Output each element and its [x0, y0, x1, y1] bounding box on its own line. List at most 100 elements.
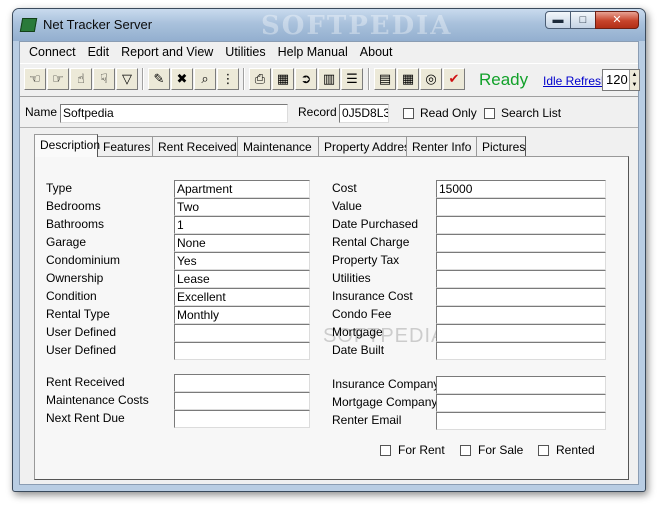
spin-arrows-icon[interactable]: ▲ ▼ [629, 70, 639, 90]
rent-received-field[interactable] [174, 374, 310, 392]
table-icon[interactable]: ▦ [272, 68, 294, 90]
menu-bar: Connect Edit Report and View Utilities H… [20, 42, 638, 63]
renter-email-field[interactable] [436, 412, 606, 430]
calendar-icon[interactable]: ▦ [397, 68, 419, 90]
rental-charge-field[interactable] [436, 234, 606, 252]
mortgage-field[interactable] [436, 324, 606, 342]
menu-help-manual[interactable]: Help Manual [272, 42, 354, 63]
record-field[interactable]: 0J5D8L3 [339, 104, 389, 123]
maximize-button[interactable]: □ [570, 11, 596, 29]
down-hand-icon[interactable]: ☟ [93, 68, 115, 90]
read-only-label: Read Only [420, 106, 477, 120]
date-built-field[interactable] [436, 342, 606, 360]
tab-property-address[interactable]: Property Address [318, 136, 416, 156]
condominium-field[interactable]: Yes [174, 252, 310, 270]
rented-checkbox[interactable] [538, 445, 549, 456]
value-field[interactable] [436, 198, 606, 216]
up-hand-icon[interactable]: ☝ [70, 68, 92, 90]
for-sale-checkbox[interactable] [460, 445, 471, 456]
window-title: Net Tracker Server [43, 17, 153, 32]
tab-pictures[interactable]: Pictures [476, 136, 526, 156]
search-list-checkbox[interactable] [484, 108, 495, 119]
condo-fee-field[interactable] [436, 306, 606, 324]
type-field[interactable]: Apartment [174, 180, 310, 198]
insurance-company-label: Insurance Company [332, 377, 440, 391]
watermark: SOFTPEDIA [261, 11, 453, 41]
bedrooms-field[interactable]: Two [174, 198, 310, 216]
insurance-cost-field[interactable] [436, 288, 606, 306]
utilities-label: Utilities [332, 271, 371, 285]
type-label: Type [46, 181, 73, 195]
date-purchased-field[interactable] [436, 216, 606, 234]
insurance-company-field[interactable] [436, 376, 606, 394]
tab-features[interactable]: Features [97, 136, 153, 156]
condo-fee-label: Condo Fee [332, 307, 392, 321]
menu-edit[interactable]: Edit [82, 42, 116, 63]
menu-connect[interactable]: Connect [23, 42, 82, 63]
close-button[interactable]: ✕ [595, 11, 639, 29]
bar-chart-icon[interactable]: ▥ [318, 68, 340, 90]
cost-field[interactable]: 15000 [436, 180, 606, 198]
description-panel: SOFTPEDIA Type Apartment Cost 15000 Bedrooms… [34, 156, 629, 480]
doc-arrow-icon[interactable]: ➲ [295, 68, 317, 90]
menu-report-and-view[interactable]: Report and View [115, 42, 219, 63]
title-bar[interactable]: Net Tracker Server SOFTPEDIA ▬ □ ✕ [13, 9, 645, 41]
doc-search-icon[interactable]: ⌕ [194, 68, 216, 90]
app-window: Net Tracker Server SOFTPEDIA ▬ □ ✕ Conne… [12, 8, 646, 492]
next-rent-due-field[interactable] [174, 410, 310, 428]
left-hand-icon[interactable]: ☜ [24, 68, 46, 90]
rented-label: Rented [556, 443, 595, 457]
condition-field[interactable]: Excellent [174, 288, 310, 306]
property-tax-field[interactable] [436, 252, 606, 270]
record-bar: Name Softpedia Record 0J5D8L3 Read Only … [20, 98, 638, 128]
tab-maintenance[interactable]: Maintenance [237, 136, 319, 156]
minimize-button[interactable]: ▬ [545, 11, 571, 29]
doc-edit-icon[interactable]: ✎ [148, 68, 170, 90]
refresh-interval-spinner[interactable]: 120 ▲ ▼ [602, 69, 640, 91]
ownership-field[interactable]: Lease [174, 270, 310, 288]
print-icon[interactable]: ⎙ [249, 68, 271, 90]
cd-icon[interactable]: ◎ [420, 68, 442, 90]
rental-type-field[interactable]: Monthly [174, 306, 310, 324]
grid-arrange-icon[interactable]: ⋮ [217, 68, 239, 90]
calculator-icon[interactable]: ▤ [374, 68, 396, 90]
menu-about[interactable]: About [354, 42, 399, 63]
right-hand-icon[interactable]: ☞ [47, 68, 69, 90]
for-sale-label: For Sale [478, 443, 524, 457]
filter-icon[interactable]: ▽ [116, 68, 138, 90]
menu-utilities[interactable]: Utilities [219, 42, 271, 63]
tab-description[interactable]: Description [34, 134, 100, 157]
doc-delete-icon[interactable]: ✖ [171, 68, 193, 90]
checkmark-icon[interactable]: ✔ [443, 68, 465, 90]
user-defined-label: User Defined [46, 325, 117, 339]
read-only-checkbox[interactable] [403, 108, 414, 119]
rent-received-label: Rent Received [46, 375, 125, 389]
status-ready: Ready [479, 70, 529, 89]
toolbar-separator [243, 68, 245, 90]
rental-charge-label: Rental Charge [332, 235, 410, 249]
property-tax-label: Property Tax [332, 253, 400, 267]
mortgage-label: Mortgage [332, 325, 383, 339]
bathrooms-field[interactable]: 1 [174, 216, 310, 234]
refresh-interval-value: 120 [606, 72, 628, 87]
tab-rent-received[interactable]: Rent Received [152, 136, 238, 156]
user-defined-field[interactable] [174, 342, 310, 360]
maintenance-costs-label: Maintenance Costs [46, 393, 149, 407]
value-label: Value [332, 199, 362, 213]
maintenance-costs-field[interactable] [174, 392, 310, 410]
bathrooms-label: Bathrooms [46, 217, 105, 231]
toolbar: Ready Idle Refresh 120 ▲ ▼ ☜ ☞ ☝ ☟ ▽ ✎ ✖ ⌕ ⋮ ⎙ ▦ ➲ ▥ ☰… [20, 63, 640, 97]
utilities-field[interactable] [436, 270, 606, 288]
idle-refresh-link[interactable]: Idle Refresh [543, 74, 608, 88]
next-rent-due-label: Next Rent Due [46, 411, 125, 425]
for-rent-label: For Rent [398, 443, 445, 457]
garage-field[interactable]: None [174, 234, 310, 252]
name-field[interactable]: Softpedia [60, 104, 288, 123]
user-defined-label: User Defined [46, 343, 117, 357]
report-lines-icon[interactable]: ☰ [341, 68, 363, 90]
app-icon [19, 18, 38, 32]
for-rent-checkbox[interactable] [380, 445, 391, 456]
user-defined-field[interactable] [174, 324, 310, 342]
tab-renter-info[interactable]: Renter Info [406, 136, 477, 156]
mortgage-company-field[interactable] [436, 394, 606, 412]
